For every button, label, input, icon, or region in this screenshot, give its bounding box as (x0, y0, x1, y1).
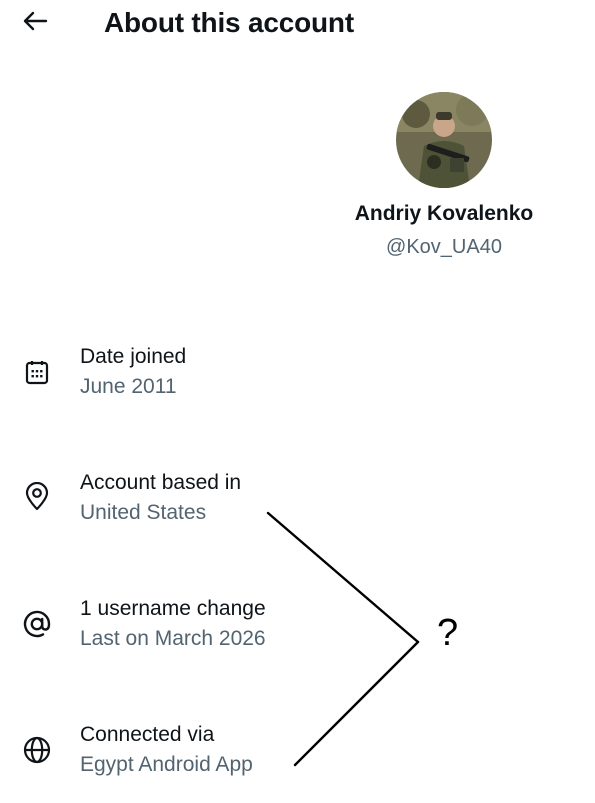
detail-label: Account based in (80, 471, 242, 494)
arrow-left-icon (22, 10, 48, 37)
avatar[interactable] (396, 92, 492, 188)
detail-label: Date joined (80, 345, 187, 368)
detail-value: June 2011 (80, 375, 177, 398)
back-button[interactable] (18, 8, 52, 38)
username-handle: @Kov_UA40 (386, 236, 502, 258)
detail-row-connected-via: Connected via Egypt Android App (0, 721, 595, 791)
globe-icon (20, 733, 54, 767)
detail-label: Connected via (80, 723, 215, 746)
detail-row-date-joined: Date joined June 2011 (0, 343, 595, 413)
detail-value: Last on March 2026 (80, 627, 266, 650)
location-pin-icon (20, 480, 54, 514)
detail-row-account-location: Account based in United States (0, 469, 595, 539)
display-name: Andriy Kovalenko (354, 202, 534, 225)
calendar-icon (20, 355, 54, 389)
detail-value: Egypt Android App (80, 753, 253, 776)
detail-value: United States (80, 501, 207, 524)
page-title: About this account (104, 7, 354, 38)
detail-row-username-change: 1 username change Last on March 2026 (0, 595, 595, 665)
detail-label: 1 username change (80, 597, 266, 620)
annotation-question-mark: ? (437, 612, 459, 654)
at-sign-icon (20, 607, 54, 641)
profile-summary: Andriy Kovalenko @Kov_UA40 (330, 92, 558, 260)
